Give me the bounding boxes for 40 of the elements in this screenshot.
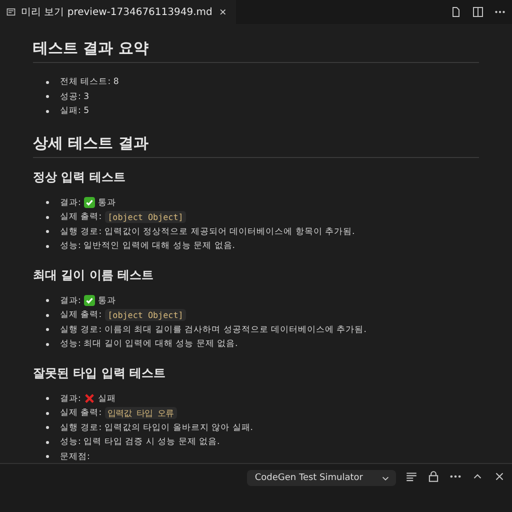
list-item-text: 성능: 일반적인 입력에 대해 성능 문제 없음.	[60, 240, 236, 253]
list-item-text: 통과	[98, 196, 116, 210]
item-label: 결과:	[60, 392, 81, 406]
list-item-text: 성능: 최대 길이 입력에 대해 성능 문제 없음.	[60, 338, 238, 351]
list-item-text: 문제점:	[60, 450, 90, 463]
subsection-heading: 잘못된 타입 입력 테스트	[33, 366, 167, 380]
section-heading: 테스트 결과 요약	[33, 38, 479, 63]
close-icon[interactable]	[493, 470, 506, 483]
close-button[interactable]: ×	[217, 5, 228, 19]
tab-title: 미리 보기 preview-1734676113949.md	[21, 6, 212, 19]
editor-tab[interactable]: 미리 보기 preview-1734676113949.md ×	[0, 0, 236, 24]
list-item-text: 실행 경로: 이름의 최대 길이를 검사하며 성공적으로 데이터베이스에 추가됨.	[60, 324, 366, 336]
item-label: 실제 출력:	[60, 211, 102, 224]
document-icon[interactable]	[450, 6, 462, 18]
subsection-heading: 최대 길이 이름 테스트	[33, 268, 155, 282]
simulator-dropdown[interactable]: CodeGen Test Simulator	[246, 470, 396, 486]
inline-code: [object Object]	[104, 309, 186, 322]
check-icon	[84, 197, 95, 208]
list-item-text: 실행 경로: 입력값이 정상적으로 제공되어 데이터베이스에 항목이 추가됨.	[60, 226, 355, 238]
list-item-text: 실행 경로: 입력값의 타입이 올바르지 않아 실패.	[60, 422, 254, 434]
list-item-text: 성공: 3	[60, 90, 90, 104]
split-icon[interactable]	[472, 6, 484, 18]
list-item-text: 전체 테스트: 8	[60, 76, 119, 89]
list-item-text: 실패	[98, 392, 116, 406]
list-item-text: 통과	[98, 294, 116, 308]
inline-code: 입력값 타입 오류	[104, 407, 177, 420]
list-item-text: 성능: 입력 타입 검증 시 성능 문제 없음.	[60, 436, 220, 449]
lock-icon[interactable]	[427, 470, 440, 483]
list-item-text: 실패: 5	[60, 105, 90, 118]
section-heading: 상세 테스트 결과	[33, 132, 479, 158]
item-label: 실제 출력:	[60, 407, 102, 420]
check-icon	[84, 295, 95, 306]
subsection-heading: 정상 입력 테스트	[33, 170, 126, 184]
list-icon[interactable]	[405, 470, 418, 483]
inline-code: [object Object]	[104, 211, 186, 224]
preview-icon[interactable]	[6, 7, 16, 17]
item-label: 결과:	[60, 294, 81, 308]
item-label: 실제 출력:	[60, 309, 102, 322]
cross-icon	[84, 393, 95, 404]
item-label: 결과:	[60, 196, 81, 210]
